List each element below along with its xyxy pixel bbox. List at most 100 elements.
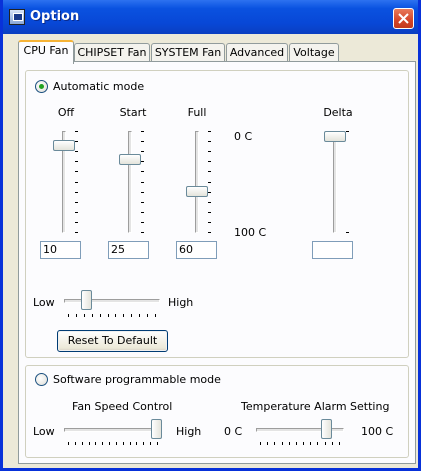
tick-mark (208, 232, 211, 233)
tick-mark (100, 314, 101, 317)
tick-mark (84, 314, 85, 317)
app-icon (9, 9, 25, 25)
tick-mark (75, 161, 78, 162)
option-dialog: Option CPU Fan CHIPSET Fan SYSTEM Fan Ad… (0, 0, 421, 471)
temp-top-label: 0 C (234, 130, 253, 143)
full-slider-thumb[interactable] (186, 186, 208, 197)
full-slider-track[interactable] (195, 131, 199, 233)
tick-mark (147, 314, 148, 317)
tick-mark (75, 442, 76, 445)
tab-cpu-fan[interactable]: CPU Fan (18, 40, 74, 64)
tick-mark (155, 314, 156, 317)
tick-mark (136, 442, 137, 445)
window-title: Option (30, 9, 80, 24)
tick-mark (130, 442, 131, 445)
delta-label: Delta (323, 106, 353, 119)
tab-advanced[interactable]: Advanced (226, 43, 288, 63)
temp-alarm-slider-ticks (260, 442, 340, 446)
tick-mark (317, 442, 318, 445)
tick-mark (89, 442, 90, 445)
tick-mark (150, 442, 151, 445)
tick-mark (131, 314, 132, 317)
tick-mark (141, 161, 144, 162)
tick-mark (75, 141, 78, 142)
start-label: Start (119, 106, 147, 119)
tick-mark (282, 442, 283, 445)
temperature-alarm-title: Temperature Alarm Setting (241, 400, 390, 413)
tick-mark (141, 182, 144, 183)
tick-mark (332, 442, 333, 445)
tick-mark (68, 442, 69, 445)
tick-mark (141, 232, 144, 233)
tick-mark (346, 131, 349, 132)
tick-mark (267, 442, 268, 445)
tick-mark (123, 442, 124, 445)
tick-mark (303, 442, 304, 445)
tick-mark (123, 314, 124, 317)
speed-high-label: High (168, 296, 194, 309)
tick-mark (102, 442, 103, 445)
tick-mark (274, 442, 275, 445)
start-slider-thumb[interactable] (119, 154, 141, 165)
tick-mark (141, 202, 144, 203)
automatic-mode-group: Automatic mode Off Start Full Delta 0 C … (25, 70, 409, 358)
close-icon (398, 13, 409, 24)
start-value-field[interactable]: 25 (108, 241, 149, 259)
temp-alarm-slider-thumb[interactable] (321, 419, 332, 439)
full-label: Full (187, 106, 207, 119)
delta-value-field[interactable] (312, 241, 353, 259)
tick-mark (296, 442, 297, 445)
off-value-field[interactable]: 10 (40, 241, 81, 259)
start-slider-track[interactable] (128, 131, 132, 233)
tick-mark (141, 222, 144, 223)
speed-slider-track[interactable] (64, 299, 160, 303)
tick-mark (157, 442, 158, 445)
tick-mark (116, 442, 117, 445)
tab-chipset-fan[interactable]: CHIPSET Fan (74, 43, 150, 63)
tick-mark (208, 182, 211, 183)
tick-mark (260, 442, 261, 445)
tick-mark (68, 314, 69, 317)
fan-speed-slider-track[interactable] (64, 428, 162, 432)
delta-slider-track[interactable] (333, 131, 337, 233)
tick-mark (95, 442, 96, 445)
tab-voltage[interactable]: Voltage (289, 43, 339, 63)
off-slider-thumb[interactable] (53, 140, 75, 151)
temp-alarm-high-label: 100 C (361, 425, 394, 438)
fan-speed-control-title: Fan Speed Control (72, 400, 173, 413)
off-label: Off (57, 106, 75, 119)
full-slider-ticks (208, 131, 212, 233)
tick-mark (143, 442, 144, 445)
tick-mark (208, 141, 211, 142)
speed-slider-thumb[interactable] (81, 290, 92, 310)
tick-mark (109, 442, 110, 445)
tick-mark (208, 151, 211, 152)
tick-mark (82, 442, 83, 445)
software-mode-radio[interactable] (35, 373, 48, 386)
tick-mark (310, 442, 311, 445)
temp-alarm-low-label: 0 C (224, 425, 243, 438)
tick-mark (208, 222, 211, 223)
automatic-mode-radio[interactable] (35, 80, 48, 93)
tick-mark (139, 314, 140, 317)
tick-mark (75, 151, 78, 152)
tick-mark (75, 192, 78, 193)
software-mode-group: Software programmable mode Fan Speed Con… (25, 365, 409, 458)
delta-slider-thumb[interactable] (324, 131, 346, 142)
tick-mark (208, 161, 211, 162)
tab-system-fan[interactable]: SYSTEM Fan (151, 43, 225, 63)
tick-mark (76, 314, 77, 317)
tick-mark (346, 232, 349, 233)
reset-to-default-button[interactable]: Reset To Default (57, 330, 168, 352)
cpu-fan-panel: Automatic mode Off Start Full Delta 0 C … (18, 61, 416, 464)
fan-speed-slider-thumb[interactable] (151, 419, 162, 439)
close-button[interactable] (393, 8, 414, 29)
tick-mark (75, 232, 78, 233)
full-value-field[interactable]: 60 (176, 241, 217, 259)
fan-speed-low-label: Low (33, 425, 55, 438)
tick-mark (208, 202, 211, 203)
tick-mark (75, 202, 78, 203)
tick-mark (75, 171, 78, 172)
title-bar[interactable]: Option (3, 0, 418, 34)
tick-mark (208, 131, 211, 132)
